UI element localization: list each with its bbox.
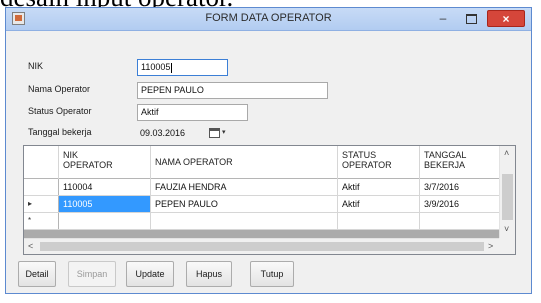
table-row[interactable]: 110004 FAUZIA HENDRA Aktif 3/7/2016	[24, 179, 500, 196]
horizontal-scrollbar[interactable]: < >	[24, 238, 500, 254]
cell-nik[interactable]: 110004	[59, 179, 151, 195]
title-bar: FORM DATA OPERATOR – ×	[6, 8, 531, 31]
column-header-line: TANGGAL	[424, 150, 467, 160]
cell-nik[interactable]: 110005	[59, 196, 151, 212]
nama-operator-label: Nama Operator	[28, 84, 91, 94]
table-row[interactable]: ▸ 110005 PEPEN PAULO Aktif 3/9/2016	[24, 196, 500, 213]
minimize-button[interactable]: –	[430, 10, 456, 27]
column-header-tanggal-bekerja[interactable]: TANGGAL BEKERJA	[420, 146, 500, 179]
column-header-line: NIK	[63, 150, 79, 160]
cell-nama[interactable]: FAUZIA HENDRA	[151, 179, 338, 195]
form-window: FORM DATA OPERATOR – × NIK 110005 Nama O…	[5, 7, 532, 294]
horizontal-scroll-thumb[interactable]	[40, 242, 484, 251]
column-header-nik-operator[interactable]: NIK OPERATOR	[59, 146, 151, 179]
cell-status[interactable]: Aktif	[338, 179, 420, 195]
status-operator-input[interactable]: Aktif	[137, 104, 248, 121]
cell-tanggal[interactable]	[420, 213, 500, 229]
row-marker[interactable]: *	[24, 213, 59, 229]
update-button[interactable]: Update	[126, 261, 174, 287]
tanggal-bekerja-value: 09.03.2016	[140, 128, 186, 138]
nama-operator-input[interactable]: PEPEN PAULO	[137, 82, 328, 99]
cell-nama[interactable]: PEPEN PAULO	[151, 196, 338, 212]
vertical-scrollbar[interactable]: ˄ ˅	[499, 146, 515, 238]
text-caret	[171, 62, 173, 73]
vertical-scroll-thumb[interactable]	[502, 174, 513, 220]
grid-header-row: NIK OPERATOR NAMA OPERATOR STATUS OPERAT…	[24, 146, 500, 179]
cell-status[interactable]: Aktif	[338, 196, 420, 212]
column-header-line: STATUS	[342, 150, 377, 160]
cell-nama[interactable]	[151, 213, 338, 229]
cell-tanggal[interactable]: 3/7/2016	[420, 179, 500, 195]
maximize-button[interactable]	[458, 10, 484, 27]
table-row-new[interactable]: *	[24, 213, 500, 230]
grid-body: NIK OPERATOR NAMA OPERATOR STATUS OPERAT…	[24, 146, 500, 238]
scroll-right-icon[interactable]: >	[488, 241, 493, 251]
column-header-status-operator[interactable]: STATUS OPERATOR	[338, 146, 420, 179]
cell-nik[interactable]	[59, 213, 151, 229]
nik-label: NIK	[28, 61, 44, 71]
scroll-up-icon[interactable]: ˄	[504, 148, 509, 158]
scroll-down-icon[interactable]: ˅	[504, 224, 509, 234]
column-header-line: NAMA OPERATOR	[155, 157, 233, 167]
scrollbar-corner	[499, 238, 515, 254]
nik-input[interactable]: 110005	[137, 59, 228, 76]
hapus-button[interactable]: Hapus	[186, 261, 232, 287]
cell-tanggal[interactable]: 3/9/2016	[420, 196, 500, 212]
calendar-icon[interactable]	[209, 128, 220, 138]
operator-data-grid[interactable]: NIK OPERATOR NAMA OPERATOR STATUS OPERAT…	[23, 145, 516, 255]
column-header-line: OPERATOR	[342, 160, 392, 170]
status-operator-label: Status Operator	[28, 106, 92, 116]
tutup-button[interactable]: Tutup	[250, 261, 294, 287]
column-header-line: OPERATOR	[63, 160, 113, 170]
column-header-line: BEKERJA	[424, 160, 466, 170]
nik-value: 110005	[141, 62, 171, 72]
close-button[interactable]: ×	[487, 10, 525, 27]
column-header-nama-operator[interactable]: NAMA OPERATOR	[151, 146, 338, 179]
row-header-corner	[24, 146, 59, 179]
detail-button[interactable]: Detail	[18, 261, 56, 287]
row-marker[interactable]	[24, 179, 59, 195]
maximize-icon	[465, 13, 477, 24]
tanggal-bekerja-label: Tanggal bekerja	[28, 127, 92, 137]
cell-status[interactable]	[338, 213, 420, 229]
scroll-left-icon[interactable]: <	[28, 241, 33, 251]
simpan-button[interactable]: Simpan	[68, 261, 116, 287]
chevron-down-icon[interactable]: ▾	[222, 128, 226, 136]
row-marker[interactable]: ▸	[24, 196, 59, 212]
